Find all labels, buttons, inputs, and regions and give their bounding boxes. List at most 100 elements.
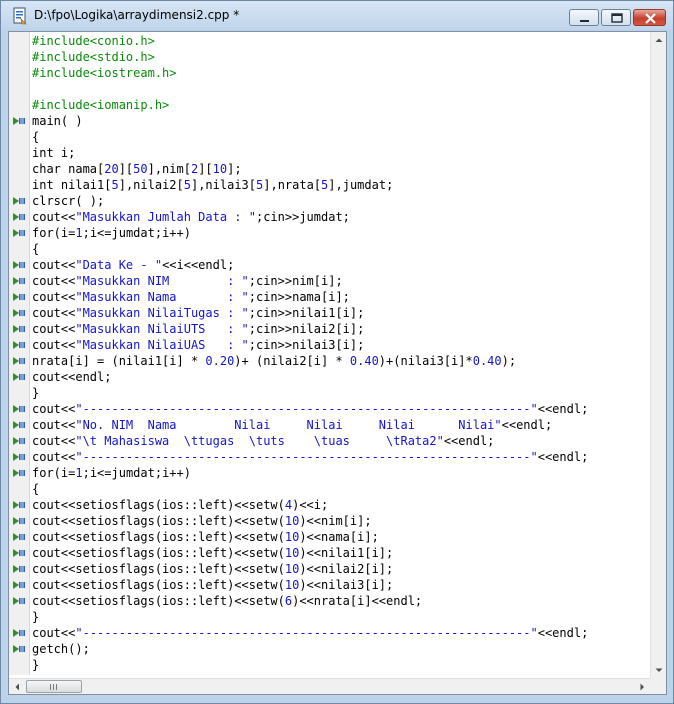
code-editor[interactable]: #include<conio.h> #include<stdio.h> #inclu… <box>8 31 667 695</box>
code-line[interactable]: cout<<"\t Mahasiswa \ttugas \tuts \tuas … <box>32 433 494 449</box>
code-line[interactable]: cout<<"---------------------------------… <box>32 449 588 465</box>
code-line[interactable]: } <box>32 657 39 673</box>
code-token: nrata[i] = (nilai1[i] * <box>32 354 206 368</box>
preprocessor-directive: #include<iomanip.h> <box>32 98 170 112</box>
code-token: cout<<setiosflags(ios::left)<<setw( <box>32 514 285 528</box>
code-line[interactable]: cout<<setiosflags(ios::left)<<setw(10)<<… <box>32 545 393 561</box>
code-line[interactable]: cout<<"Masukkan NilaiUAS : ";cin>>nilai3… <box>32 337 364 353</box>
maximize-button[interactable] <box>601 9 631 26</box>
code-line[interactable]: { <box>32 129 39 145</box>
code-line[interactable]: for(i=1;i<=jumdat;i++) <box>32 225 191 241</box>
code-token: for(i= <box>32 226 76 240</box>
code-token: int i; <box>32 146 76 160</box>
step-marker-icon <box>13 533 25 541</box>
code-token: ],nrata[ <box>263 178 322 192</box>
horizontal-scroll-thumb[interactable] <box>26 680 82 693</box>
code-token: { <box>32 242 40 256</box>
code-line[interactable]: cout<<"No. NIM Nama Nilai Nilai Nilai Ni… <box>32 417 552 433</box>
step-marker-icon <box>13 581 25 589</box>
step-marker-icon <box>13 597 25 605</box>
code-line[interactable]: cout<<"Masukkan Nama : ";cin>>nama[i]; <box>32 289 350 305</box>
code-line[interactable]: cout<<"Masukkan Jumlah Data : ";cin>>jum… <box>32 209 350 225</box>
editor-window: D:\fpo\Logika\arraydimensi2.cpp * #inclu… <box>0 0 674 704</box>
code-token: ],nim[ <box>147 162 191 176</box>
code-token: cout<< <box>32 450 76 464</box>
code-line[interactable]: cout<<setiosflags(ios::left)<<setw(10)<<… <box>32 513 372 529</box>
code-token: { <box>32 482 40 496</box>
step-marker-icon <box>13 277 25 285</box>
thumb-grip <box>56 684 57 690</box>
thumb-grip <box>50 684 51 690</box>
scroll-right-arrow[interactable] <box>634 679 650 695</box>
code-line[interactable]: cout<<endl; <box>32 369 111 385</box>
code-token: )<<i; <box>292 498 329 512</box>
code-token: <<endl; <box>537 626 589 640</box>
code-line[interactable]: cout<<"---------------------------------… <box>32 625 588 641</box>
code-token: <<endl; <box>537 450 589 464</box>
number-literal: 50 <box>133 162 148 176</box>
code-line[interactable]: cout<<"---------------------------------… <box>32 401 588 417</box>
code-token: cout<< <box>32 210 76 224</box>
step-marker-icon <box>13 117 25 125</box>
code-token: } <box>32 658 40 672</box>
minimize-button[interactable] <box>569 9 599 26</box>
number-literal: 0.40 <box>472 354 502 368</box>
horizontal-scrollbar[interactable] <box>9 678 650 695</box>
close-button[interactable] <box>633 9 666 26</box>
code-line[interactable]: } <box>32 385 39 401</box>
thumb-grip <box>53 684 54 690</box>
code-line[interactable]: } <box>32 609 39 625</box>
code-token: cout<< <box>32 434 76 448</box>
code-line[interactable]: { <box>32 481 39 497</box>
code-token: cout<< <box>32 322 76 336</box>
code-line[interactable]: nrata[i] = (nilai1[i] * 0.20)+ (nilai2[i… <box>32 353 516 369</box>
code-token: ;cin>>nilai2[i]; <box>248 322 365 336</box>
code-line[interactable]: char nama[20][50],nim[2][10]; <box>32 161 242 177</box>
code-token: ],nilai3[ <box>190 178 257 192</box>
number-literal: 10 <box>284 530 300 544</box>
step-marker-icon <box>13 453 25 461</box>
code-token: cout<<setiosflags(ios::left)<<setw( <box>32 546 285 560</box>
code-line[interactable]: for(i=1;i<=jumdat;i++) <box>32 465 191 481</box>
scrollbar-corner <box>650 678 666 694</box>
code-line[interactable]: cout<<"Masukkan NilaiTugas : ";cin>>nila… <box>32 305 364 321</box>
code-line[interactable]: #include<iostream.h> <box>32 65 177 81</box>
step-marker-icon <box>13 373 25 381</box>
code-line[interactable]: int i; <box>32 145 75 161</box>
code-token: cout<< <box>32 258 76 272</box>
code-token: cout<<setiosflags(ios::left)<<setw( <box>32 594 285 608</box>
code-line[interactable]: cout<<setiosflags(ios::left)<<setw(10)<<… <box>32 561 393 577</box>
vertical-scrollbar[interactable] <box>650 32 667 678</box>
code-line[interactable]: cout<<setiosflags(ios::left)<<setw(6)<<n… <box>32 593 422 609</box>
code-line[interactable]: cout<<setiosflags(ios::left)<<setw(10)<<… <box>32 577 393 593</box>
code-line[interactable]: cout<<setiosflags(ios::left)<<setw(10)<<… <box>32 529 379 545</box>
code-token: for(i= <box>32 466 76 480</box>
code-line[interactable]: cout<<setiosflags(ios::left)<<setw(4)<<i… <box>32 497 328 513</box>
step-marker-icon <box>13 565 25 573</box>
code-token: ;cin>>nama[i]; <box>248 290 350 304</box>
step-marker-icon <box>13 645 25 653</box>
code-line[interactable]: int nilai1[5],nilai2[5],nilai3[5],nrata[… <box>32 177 393 193</box>
code-line[interactable]: cout<<"Masukkan NilaiUTS : ";cin>>nilai2… <box>32 321 364 337</box>
code-line[interactable]: main( ) <box>32 113 83 129</box>
step-marker-icon <box>13 405 25 413</box>
code-token: cout<<endl; <box>32 370 112 384</box>
code-line[interactable]: #include<conio.h> <box>32 33 155 49</box>
code-line[interactable]: getch(); <box>32 641 90 657</box>
scroll-up-arrow[interactable] <box>651 32 667 48</box>
title-bar[interactable]: D:\fpo\Logika\arraydimensi2.cpp * <box>1 1 673 31</box>
preprocessor-directive: #include<conio.h> <box>32 34 155 48</box>
code-token: )<<nilai3[i]; <box>299 578 394 592</box>
code-line[interactable]: { <box>32 241 39 257</box>
code-line[interactable]: cout<<"Data Ke - "<<i<<endl; <box>32 257 234 273</box>
step-marker-icon <box>13 309 25 317</box>
string-literal: "Masukkan NilaiTugas : " <box>75 306 249 320</box>
code-line[interactable]: clrscr( ); <box>32 193 104 209</box>
code-line[interactable]: #include<stdio.h> <box>32 49 155 65</box>
scroll-down-arrow[interactable] <box>651 662 667 678</box>
code-line[interactable]: #include<iomanip.h> <box>32 97 169 113</box>
string-literal: "---------------------------------------… <box>75 626 538 640</box>
scroll-left-arrow[interactable] <box>9 679 25 695</box>
code-line[interactable]: cout<<"Masukkan NIM : ";cin>>nim[i]; <box>32 273 343 289</box>
string-literal: "Masukkan NilaiUAS : " <box>75 338 249 352</box>
